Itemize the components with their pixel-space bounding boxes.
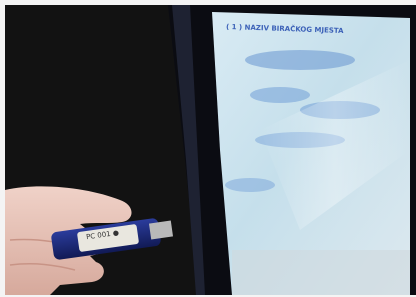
- photo-scene: ( 1 ) NAZIV BIRAČKOG MJESTA PC 001 ●: [0, 0, 416, 297]
- photo-illustration: [0, 0, 416, 297]
